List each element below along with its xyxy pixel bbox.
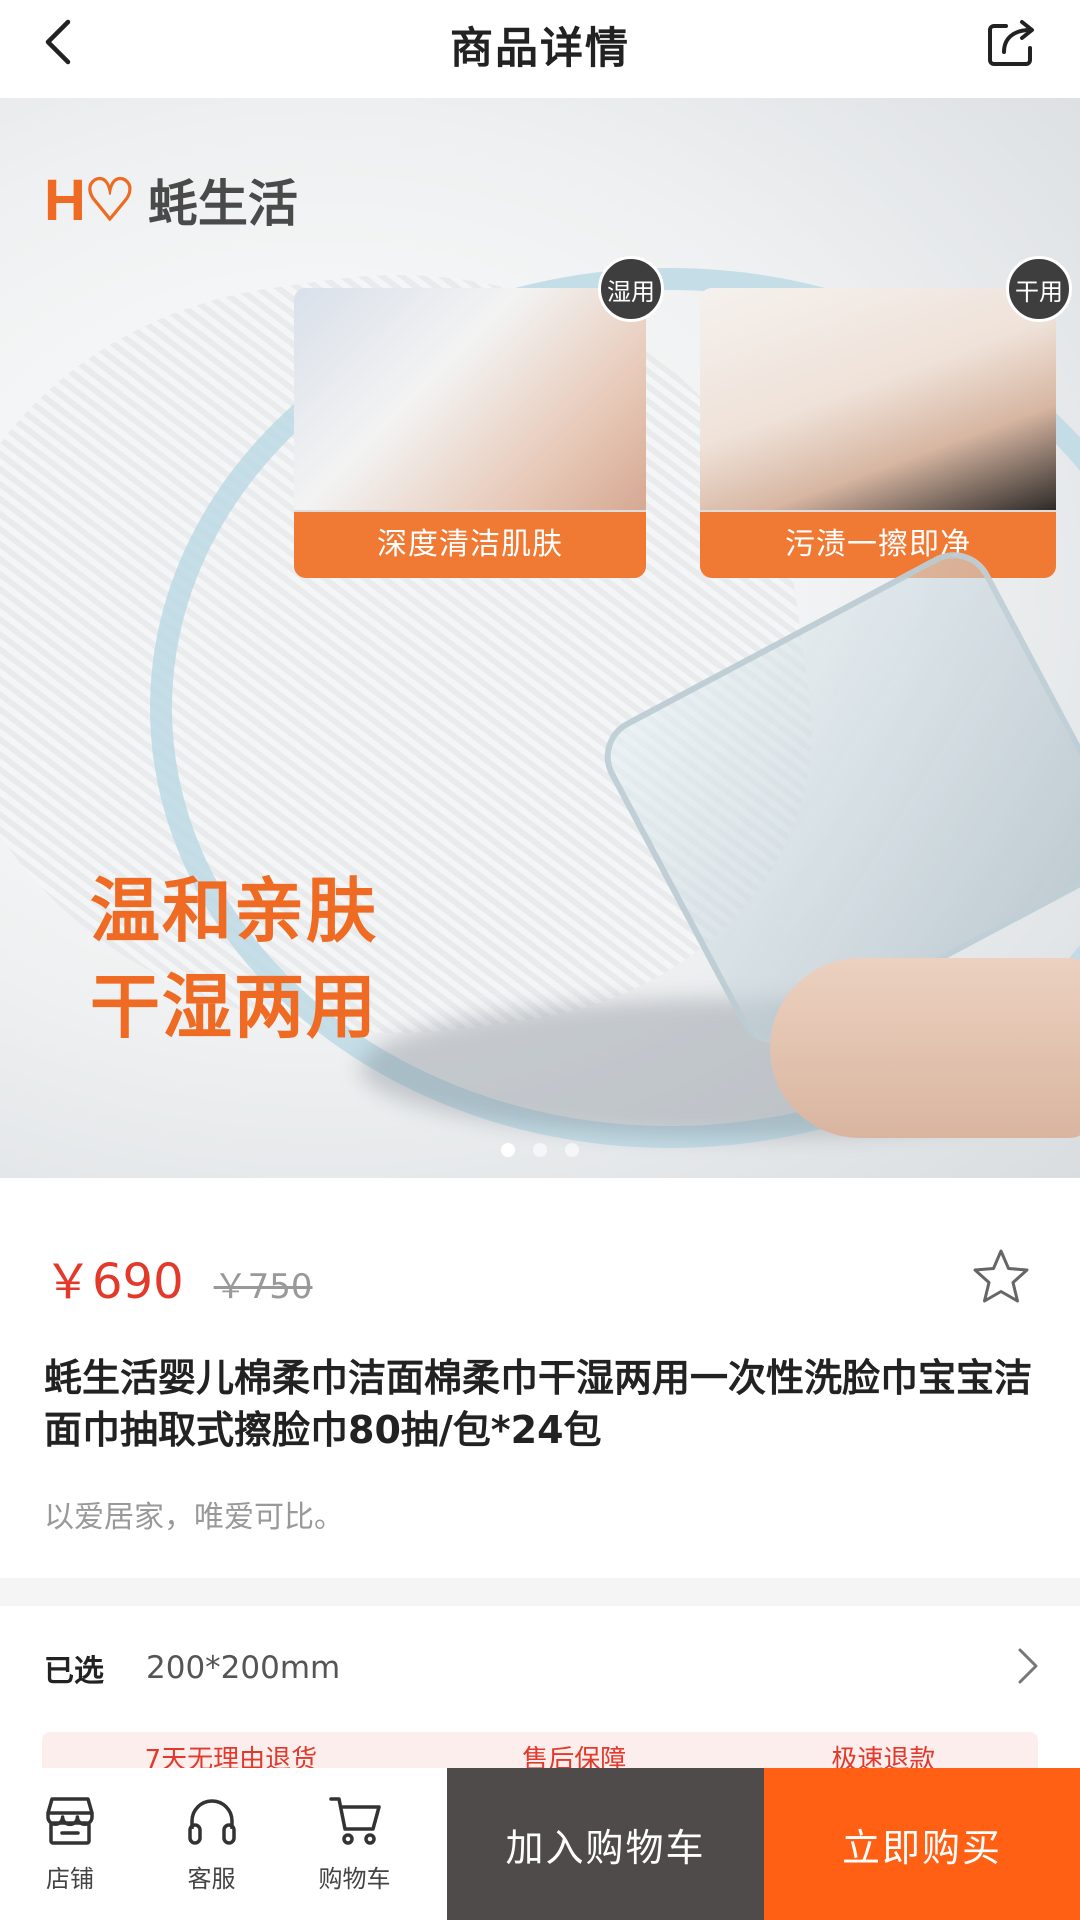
brand-mark: H♡: [44, 168, 136, 233]
wet-use-photo: [294, 288, 646, 510]
service-label: 客服: [187, 1864, 236, 1893]
store-label: 店铺: [46, 1864, 94, 1893]
carousel-dot[interactable]: [501, 1143, 515, 1157]
slogan-line-1: 温和亲肤: [90, 870, 378, 952]
brand-name: 蚝生活: [147, 175, 298, 233]
hand-image: [770, 958, 1080, 1138]
brand-logo: H♡ 蚝生活: [44, 164, 298, 236]
product-subtitle: 以爱居家，唯爱可比。: [44, 1500, 344, 1535]
cart-label: 购物车: [318, 1864, 391, 1893]
top-nav-bar: 商品详情: [0, 0, 1080, 98]
product-title: 蚝生活婴儿棉柔巾洁面棉柔巾干湿两用一次性洗脸巾宝宝洁面巾抽取式擦脸巾80抽/包*…: [44, 1356, 1033, 1452]
current-price: ￥690: [44, 1254, 184, 1310]
store-icon: [46, 1796, 94, 1845]
buy-now-button[interactable]: 立即购买: [764, 1768, 1080, 1920]
store-button[interactable]: 店铺: [0, 1768, 140, 1920]
dry-use-card: 污渍一擦即净: [700, 288, 1056, 578]
shopping-cart-icon: [328, 1796, 381, 1845]
price-row: ￥690 ￥750: [44, 1242, 1036, 1312]
favorite-button[interactable]: [968, 1244, 1034, 1310]
carousel-dot[interactable]: [533, 1143, 547, 1157]
dry-use-caption: 污渍一擦即净: [700, 512, 1056, 578]
product-image-carousel[interactable]: H♡ 蚝生活 深度清洁肌肤 湿用 污渍一擦即净 干用 温和亲肤 干湿两用: [0, 98, 1080, 1178]
bottom-action-bar: 店铺 客服 购物车 加入购物车 立即购买: [0, 1768, 1080, 1920]
slogan: 温和亲肤 干湿两用: [90, 863, 378, 1055]
cart-button[interactable]: 购物车: [283, 1768, 426, 1920]
wet-use-card: 深度清洁肌肤: [294, 288, 646, 578]
add-to-cart-button[interactable]: 加入购物车: [447, 1768, 764, 1920]
wet-use-caption: 深度清洁肌肤: [294, 512, 646, 578]
chevron-right-icon: [1018, 1648, 1038, 1684]
share-button[interactable]: [982, 12, 1042, 72]
star-icon: [973, 1249, 1029, 1303]
page-title: 商品详情: [450, 24, 630, 74]
dry-use-badge: 干用: [1006, 256, 1072, 322]
spec-label: 已选: [44, 1654, 104, 1689]
spec-value: 200*200mm: [146, 1650, 341, 1686]
original-price: ￥750: [213, 1267, 313, 1307]
share-icon: [988, 20, 1034, 66]
wet-use-badge: 湿用: [598, 256, 664, 322]
dry-use-photo: [700, 288, 1056, 510]
section-divider: [0, 1578, 1080, 1606]
slogan-line-2: 干湿两用: [90, 966, 378, 1048]
carousel-indicator: [0, 1143, 1080, 1157]
spec-selector[interactable]: 已选 200*200mm: [0, 1606, 1080, 1730]
customer-service-button[interactable]: 客服: [140, 1768, 283, 1920]
headphones-icon: [187, 1798, 236, 1845]
carousel-dot[interactable]: [565, 1143, 579, 1157]
